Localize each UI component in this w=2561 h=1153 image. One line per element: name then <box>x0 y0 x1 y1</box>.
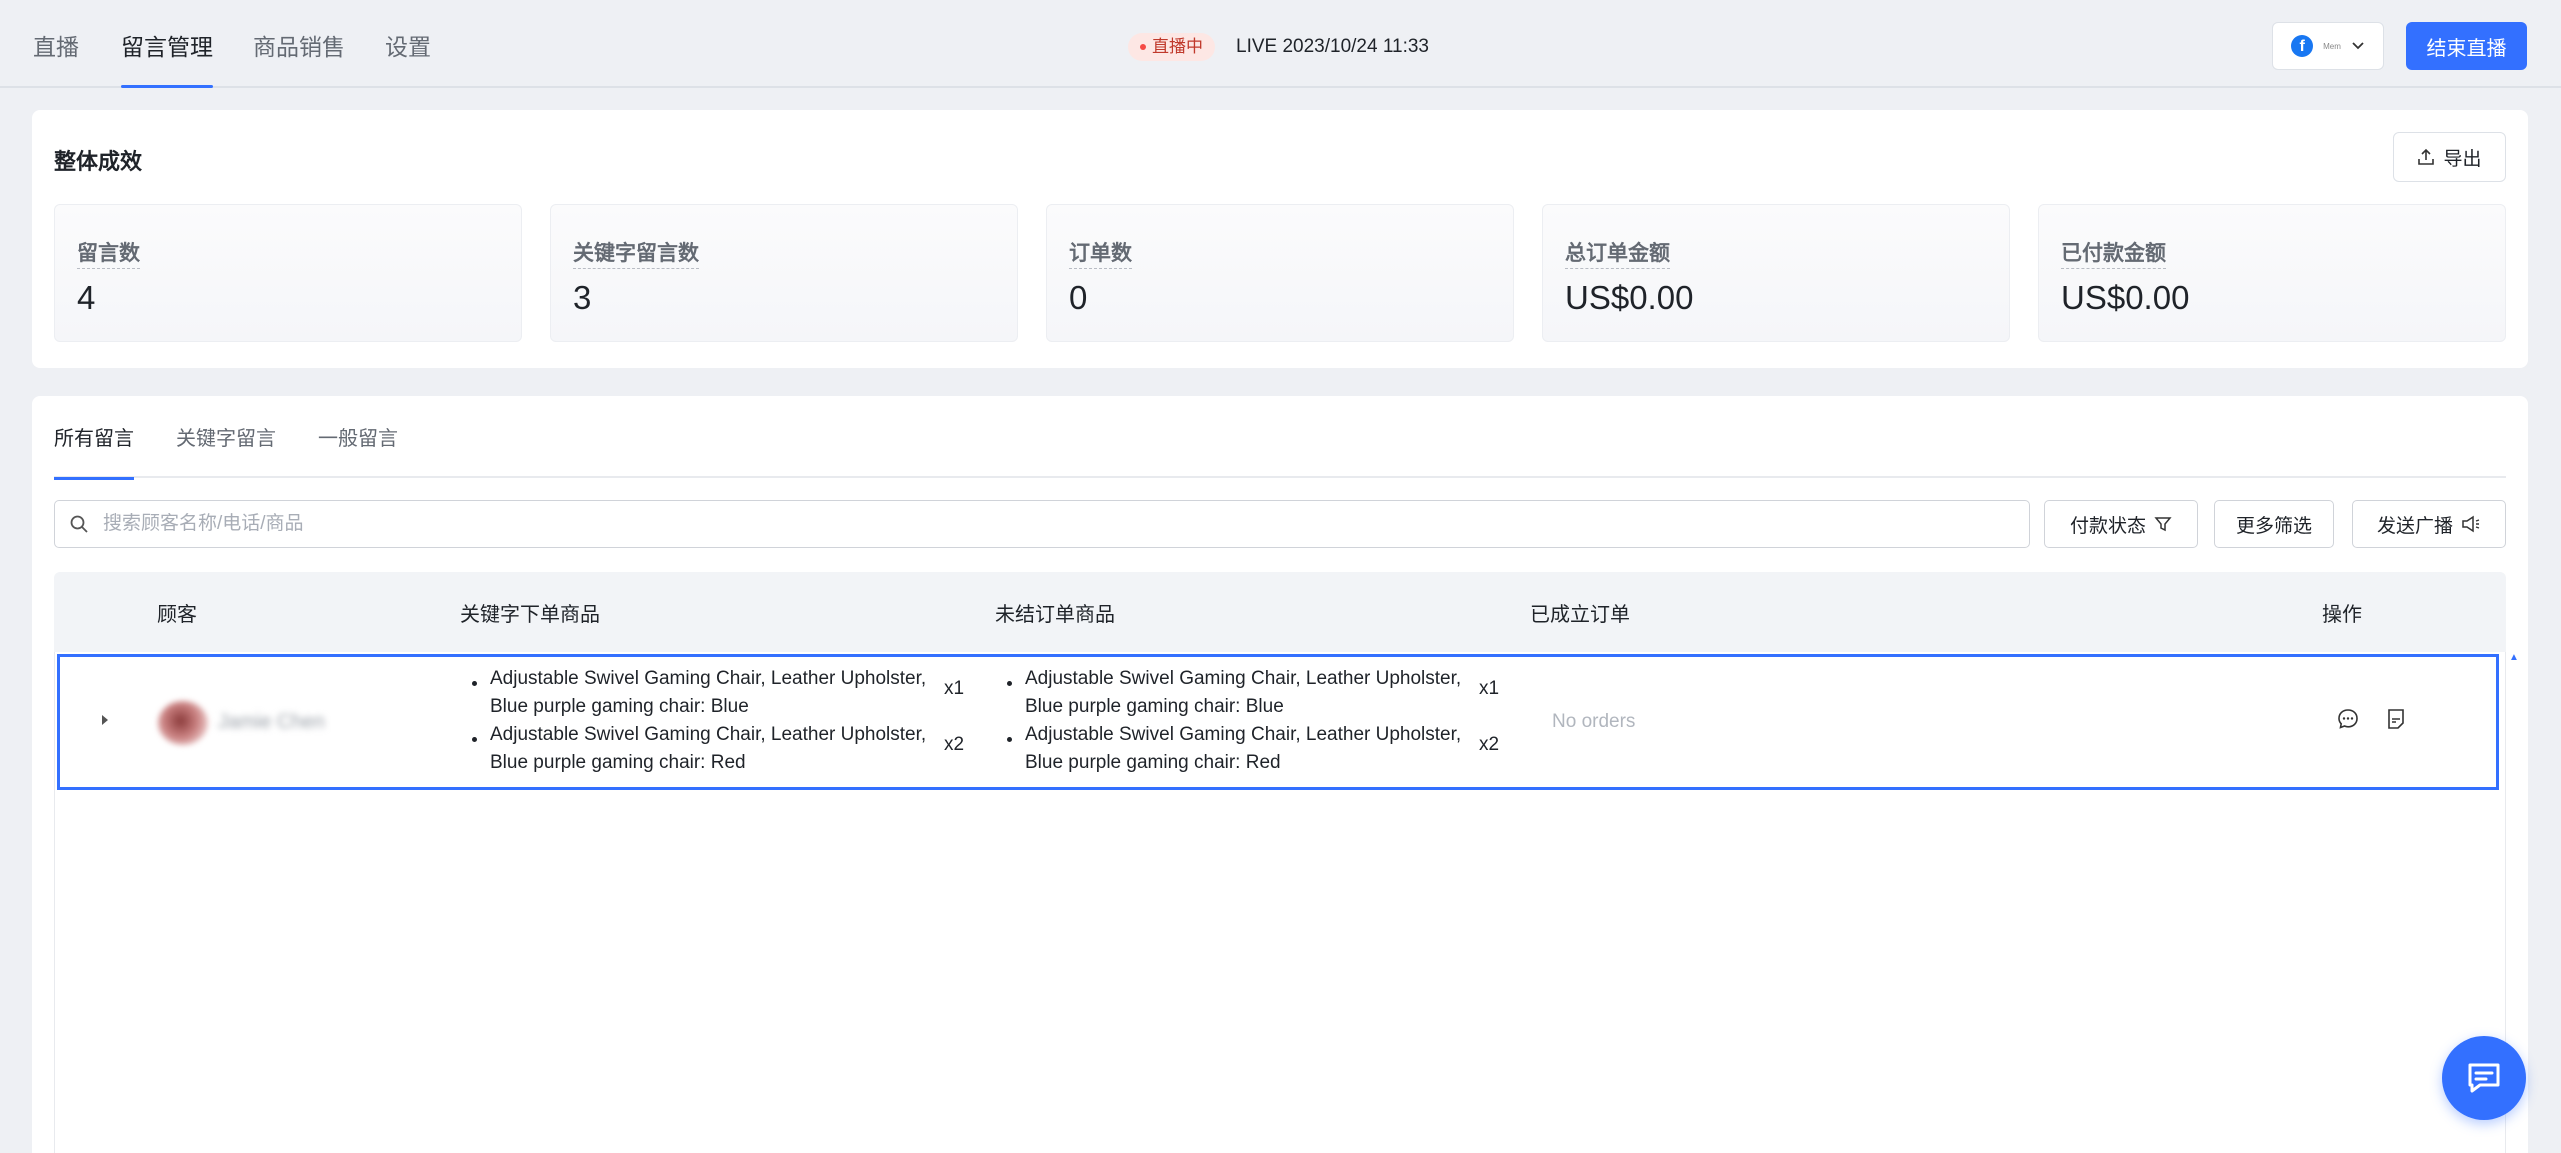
metric-orders: 订单数 0 <box>1046 204 1514 342</box>
avatar <box>158 701 208 745</box>
orders-empty-text: No orders <box>1552 711 1636 732</box>
payment-status-filter[interactable]: 付款状态 <box>2044 500 2198 548</box>
payment-status-label: 付款状态 <box>2069 515 2146 537</box>
tab-general-comments[interactable]: 一般留言 <box>318 426 398 478</box>
scrollbar-up-arrow-icon[interactable]: ▲ <box>2509 652 2519 663</box>
customer-name[interactable]: Jamie Chen <box>218 711 325 734</box>
metric-value: 0 <box>1069 279 1088 316</box>
tab-all-comments[interactable]: 所有留言 <box>54 426 134 480</box>
live-dot-icon <box>1140 44 1146 50</box>
facebook-icon: f <box>2291 35 2314 57</box>
product-qty: x1 <box>944 678 965 699</box>
tab-keyword-comments[interactable]: 关键字留言 <box>176 426 276 478</box>
support-chat-button[interactable] <box>2442 1036 2526 1120</box>
comment-tabs: 所有留言 关键字留言 一般留言 <box>54 396 2506 480</box>
tab-live[interactable]: 直播 <box>33 30 79 88</box>
column-orders: 已成立订单 <box>1530 604 1630 626</box>
metric-paid-amount: 已付款金额 US$0.00 <box>2038 204 2506 342</box>
comments-table: 顾客 关键字下单商品 未结订单商品 已成立订单 操作 Jamie Chen Ad… <box>54 572 2519 1153</box>
facebook-page-selector[interactable]: f Mem <box>2272 22 2384 70</box>
top-navigation-bar: 直播 留言管理 商品销售 设置 直播中 LIVE 2023/10/24 11:3… <box>0 0 2561 88</box>
metric-value: US$0.00 <box>1565 279 1694 316</box>
table-header: 顾客 关键字下单商品 未结订单商品 已成立订单 操作 <box>54 572 2506 652</box>
metric-keyword-comments: 关键字留言数 3 <box>550 204 1018 342</box>
product-qty: x2 <box>1479 734 1500 755</box>
bullet-icon <box>1007 737 1012 742</box>
search-input[interactable] <box>103 513 2003 535</box>
metric-value: 4 <box>77 279 96 316</box>
metric-label: 已付款金额 <box>2061 237 2166 269</box>
chevron-down-icon <box>2352 42 2364 50</box>
metric-comments: 留言数 4 <box>54 204 522 342</box>
product-qty: x2 <box>944 734 965 755</box>
send-broadcast-button[interactable]: 发送广播 <box>2352 500 2506 548</box>
bullet-icon <box>472 737 477 742</box>
chat-bubble-icon[interactable] <box>2336 707 2360 731</box>
overview-card: 整体成效 导出 留言数 4 关键字留言数 3 订单数 0 总订单金额 US$0.… <box>32 110 2528 368</box>
table-row[interactable]: Jamie Chen Adjustable Swivel Gaming Chai… <box>57 654 2499 790</box>
metric-total-order-amount: 总订单金额 US$0.00 <box>1542 204 2010 342</box>
product-name: Adjustable Swivel Gaming Chair, Leather … <box>1025 724 1462 773</box>
product-name: Adjustable Swivel Gaming Chair, Leather … <box>490 668 927 717</box>
metric-label: 关键字留言数 <box>573 237 699 269</box>
metric-value: 3 <box>573 279 592 316</box>
column-keyword-products: 关键字下单商品 <box>460 604 600 626</box>
megaphone-icon <box>2462 515 2480 533</box>
export-button[interactable]: 导出 <box>2393 132 2506 182</box>
column-pending-products: 未结订单商品 <box>995 604 1115 626</box>
tab-comment-management[interactable]: 留言管理 <box>121 30 213 88</box>
export-label: 导出 <box>2443 148 2482 170</box>
table-body: Jamie Chen Adjustable Swivel Gaming Chai… <box>54 652 2519 1153</box>
overview-title: 整体成效 <box>54 149 143 174</box>
page-name: Mem <box>2323 41 2341 51</box>
metric-label: 总订单金额 <box>1565 237 1670 269</box>
product-name: Adjustable Swivel Gaming Chair, Leather … <box>1025 668 1462 717</box>
search-box[interactable] <box>54 500 2030 548</box>
metric-value: US$0.00 <box>2061 279 2190 316</box>
column-actions: 操作 <box>2322 604 2362 626</box>
bullet-icon <box>1007 681 1012 686</box>
tab-product-sales[interactable]: 商品销售 <box>253 30 345 88</box>
filter-icon <box>2154 517 2172 532</box>
more-filters-button[interactable]: 更多筛选 <box>2214 500 2334 548</box>
expand-arrow-icon[interactable] <box>100 713 110 727</box>
live-timestamp: LIVE 2023/10/24 11:33 <box>1236 36 1429 57</box>
send-broadcast-label: 发送广播 <box>2376 515 2453 537</box>
live-status-badge: 直播中 <box>1128 33 1215 61</box>
product-name: Adjustable Swivel Gaming Chair, Leather … <box>490 724 927 773</box>
upload-icon <box>2418 148 2435 165</box>
product-qty: x1 <box>1479 678 1500 699</box>
metric-label: 订单数 <box>1069 237 1132 269</box>
column-customer: 顾客 <box>157 604 197 626</box>
bullet-icon <box>472 681 477 686</box>
end-live-button[interactable]: 结束直播 <box>2406 22 2527 70</box>
support-chat-icon <box>2468 1063 2500 1093</box>
search-icon <box>55 514 103 534</box>
metric-label: 留言数 <box>77 237 140 269</box>
comments-card: 所有留言 关键字留言 一般留言 付款状态 更多筛选 发送广播 顾客 关键字下单商… <box>32 396 2528 1153</box>
tab-settings[interactable]: 设置 <box>385 30 431 88</box>
more-filters-label: 更多筛选 <box>2235 515 2312 537</box>
live-status-label: 直播中 <box>1152 37 1203 56</box>
note-icon[interactable] <box>2384 707 2408 731</box>
